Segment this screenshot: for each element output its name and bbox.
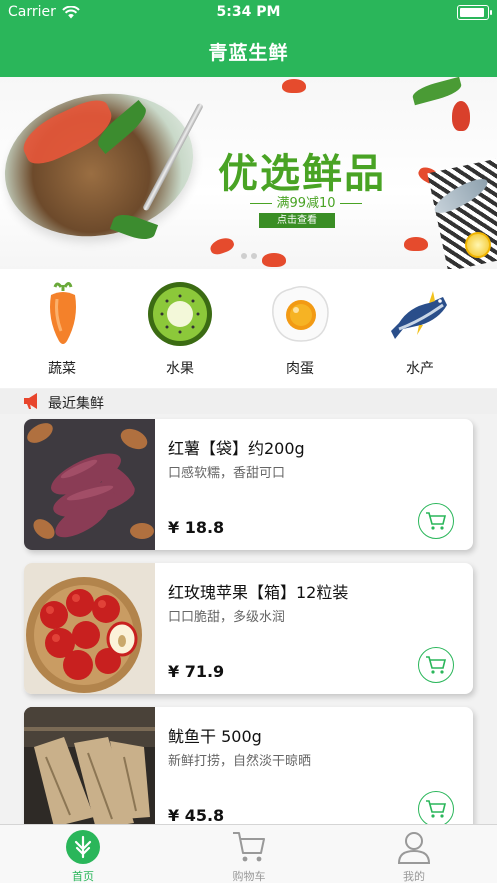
product-name[interactable]: 鱿鱼干 500g (168, 723, 262, 747)
shrimp-decoration (282, 79, 306, 93)
section-title: 最近集鲜 (48, 396, 104, 412)
product-price: ¥ 45.8 (168, 806, 225, 824)
clock: 5:34 PM (216, 4, 281, 20)
status-bar: Carrier 5:34 PM (0, 0, 497, 26)
product-list[interactable]: 红薯【袋】约200g 口感软糯，香甜可口 ¥ 18.8 红玫瑰苹果【箱】12粒装 (0, 414, 497, 824)
product-name[interactable]: 红玫瑰苹果【箱】12粒装 (168, 579, 348, 603)
product-price: ¥ 71.9 (168, 662, 225, 681)
user-icon (397, 832, 431, 864)
leaf-decoration (410, 77, 464, 106)
tab-cart[interactable]: 购物车 (166, 825, 332, 883)
dried-squid-image (24, 707, 155, 824)
add-to-cart-button[interactable] (418, 503, 454, 539)
sweet-potato-image (24, 419, 155, 550)
nav-header: Carrier 5:34 PM 青蓝生鲜 (0, 0, 497, 77)
banner-promo-text: 满99减10 (276, 196, 336, 211)
page-title: 青蓝生鲜 (208, 42, 289, 64)
product-name[interactable]: 红薯【袋】约200g (168, 435, 305, 459)
category-label: 水果 (166, 361, 194, 377)
chili-decoration (452, 101, 470, 131)
section-header: 最近集鲜 (0, 389, 497, 414)
product-price: ¥ 18.8 (168, 518, 225, 537)
fish-icon (391, 291, 447, 339)
cart-icon (426, 512, 447, 530)
banner-headline: 优选鲜品 (218, 151, 386, 197)
tab-label: 首页 (72, 870, 94, 883)
cart-icon (233, 832, 265, 862)
add-to-cart-button[interactable] (418, 791, 454, 824)
product-desc: 新鲜打捞，自然淡干晾晒 (168, 754, 312, 769)
category-seafood[interactable]: 水产 (358, 269, 482, 388)
add-to-cart-button[interactable] (418, 647, 454, 683)
product-desc: 口口脆甜，多级水润 (168, 610, 286, 625)
category-vegetables[interactable]: 蔬菜 (0, 269, 124, 388)
product-desc: 口感软糯，香甜可口 (168, 466, 286, 481)
product-card[interactable]: 红玫瑰苹果【箱】12粒装 口口脆甜，多级水润 ¥ 71.9 (24, 563, 473, 694)
category-label: 肉蛋 (286, 361, 314, 377)
egg-icon (272, 286, 329, 342)
tab-label: 购物车 (232, 870, 266, 883)
category-label: 水产 (406, 361, 434, 377)
category-grid: 蔬菜 水果 肉蛋 水产 (0, 269, 497, 388)
tab-bar: 首页 购物车 我的 (0, 824, 497, 883)
category-label: 蔬菜 (48, 361, 76, 377)
product-card[interactable]: 鱿鱼干 500g 新鲜打捞，自然淡干晾晒 ¥ 45.8 (24, 707, 473, 824)
cart-icon (426, 800, 447, 818)
megaphone-icon (24, 393, 37, 409)
app-screen: Carrier 5:34 PM 青蓝生鲜 优选鲜品 满99减10 点击查看 蔬菜… (0, 0, 497, 883)
banner-view-button[interactable]: 点击查看 (259, 213, 335, 228)
category-fruits[interactable]: 水果 (118, 269, 242, 388)
apple-basket-image (24, 563, 155, 694)
battery-icon (457, 5, 492, 20)
cart-icon (426, 656, 447, 674)
kiwi-icon (148, 282, 212, 346)
carousel-dots[interactable] (0, 244, 497, 263)
tab-profile[interactable]: 我的 (331, 825, 497, 883)
banner-promo: 满99减10 (240, 192, 372, 211)
tab-home[interactable]: 首页 (0, 825, 166, 883)
home-leaf-icon (66, 830, 100, 864)
category-meat-eggs[interactable]: 肉蛋 (238, 269, 362, 388)
carrot-icon (50, 282, 76, 344)
promo-banner[interactable]: 优选鲜品 满99减10 点击查看 (0, 77, 497, 269)
tab-label: 我的 (403, 870, 425, 883)
product-card[interactable]: 红薯【袋】约200g 口感软糯，香甜可口 ¥ 18.8 (24, 419, 473, 550)
